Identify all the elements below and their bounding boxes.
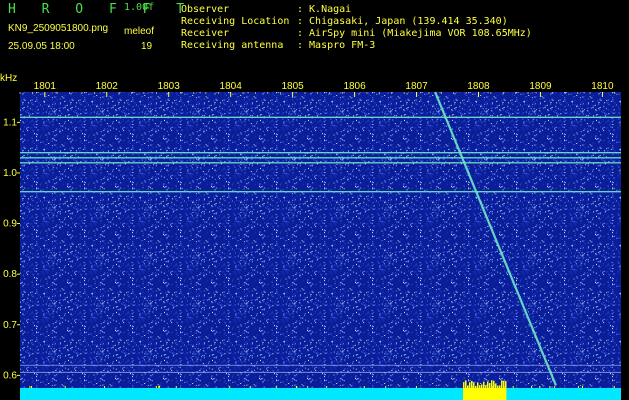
burst-spike [467, 385, 469, 388]
baseline-speckle [103, 386, 105, 388]
x-tick-label: 1804 [220, 81, 243, 92]
burst-spike [477, 382, 479, 388]
burst-spike [485, 385, 487, 388]
y-tick-label: 0.7 [3, 320, 17, 331]
burst-spike [473, 382, 475, 388]
baseline-speckle [531, 386, 533, 388]
baseline-speckle [415, 386, 417, 388]
baseline-speckle [249, 386, 251, 388]
y-tick-label: 1.0 [3, 168, 17, 179]
burst-rect [463, 388, 507, 400]
baseline-speckle [229, 386, 231, 388]
baseline-speckle [582, 386, 584, 388]
burst-spike [463, 382, 465, 388]
baseline-speckle [155, 386, 157, 388]
burst-spike [495, 383, 497, 388]
baseline-speckle [29, 386, 31, 388]
baseline-speckle [471, 386, 473, 388]
x-tick-label: 1807 [405, 81, 428, 92]
baseline-speckle [539, 386, 541, 388]
burst-spike [469, 382, 471, 388]
baseline-speckle [307, 386, 309, 388]
burst-spike [483, 381, 485, 388]
burst-spike [487, 381, 489, 388]
burst-spike [475, 385, 477, 388]
y-tick-label: 0.6 [3, 370, 17, 381]
baseline-speckle [504, 386, 506, 388]
baseline-speckle [158, 386, 160, 388]
x-tick-label: 1806 [343, 81, 366, 92]
burst-spike [465, 380, 467, 388]
plot-area [20, 92, 621, 388]
baseline-speckle [492, 386, 494, 388]
x-tick-label: 1810 [591, 81, 614, 92]
x-tick-label: 1803 [158, 81, 181, 92]
x-tick-label: 1809 [529, 81, 552, 92]
x-tick-label: 1805 [281, 81, 304, 92]
baseline-speckle [64, 386, 66, 388]
baseline-speckle [363, 386, 365, 388]
baseline-speckle [481, 386, 483, 388]
burst-spike [489, 383, 491, 388]
burst-spike [479, 385, 481, 388]
burst-spike [503, 380, 505, 388]
baseline-speckle [512, 386, 514, 388]
y-axis-ticks: 1.1 1.0 0.9 0.8 0.7 0.6 [3, 117, 20, 381]
burst-spike [501, 380, 503, 388]
burst-spike [499, 385, 501, 388]
baseline-speckle [385, 386, 387, 388]
baseline-speckle [554, 386, 556, 388]
burst-spike [491, 380, 493, 388]
y-tick-label: 1.1 [3, 117, 17, 128]
baseline-speckle [275, 386, 277, 388]
baseline-band [20, 388, 621, 400]
baseline-rect [20, 388, 621, 400]
y-tick-label: 0.9 [3, 219, 17, 230]
x-tick-label: 1802 [96, 81, 119, 92]
baseline-speckle [577, 386, 579, 388]
burst-spike [497, 385, 499, 388]
y-tick-label: 0.8 [3, 269, 17, 280]
x-tick-label: 1801 [34, 81, 57, 92]
baseline-speckle [30, 386, 32, 388]
baseline-speckle [175, 386, 177, 388]
baseline-speckle [296, 386, 298, 388]
baseline-speckle [549, 386, 551, 388]
baseline-speckle [326, 386, 328, 388]
x-tick-label: 1808 [467, 81, 490, 92]
baseline-speckle [613, 386, 615, 388]
spectrogram-chart: 1801 1802 1803 1804 1805 1806 1807 1808 1809 1810… [3, 81, 621, 400]
